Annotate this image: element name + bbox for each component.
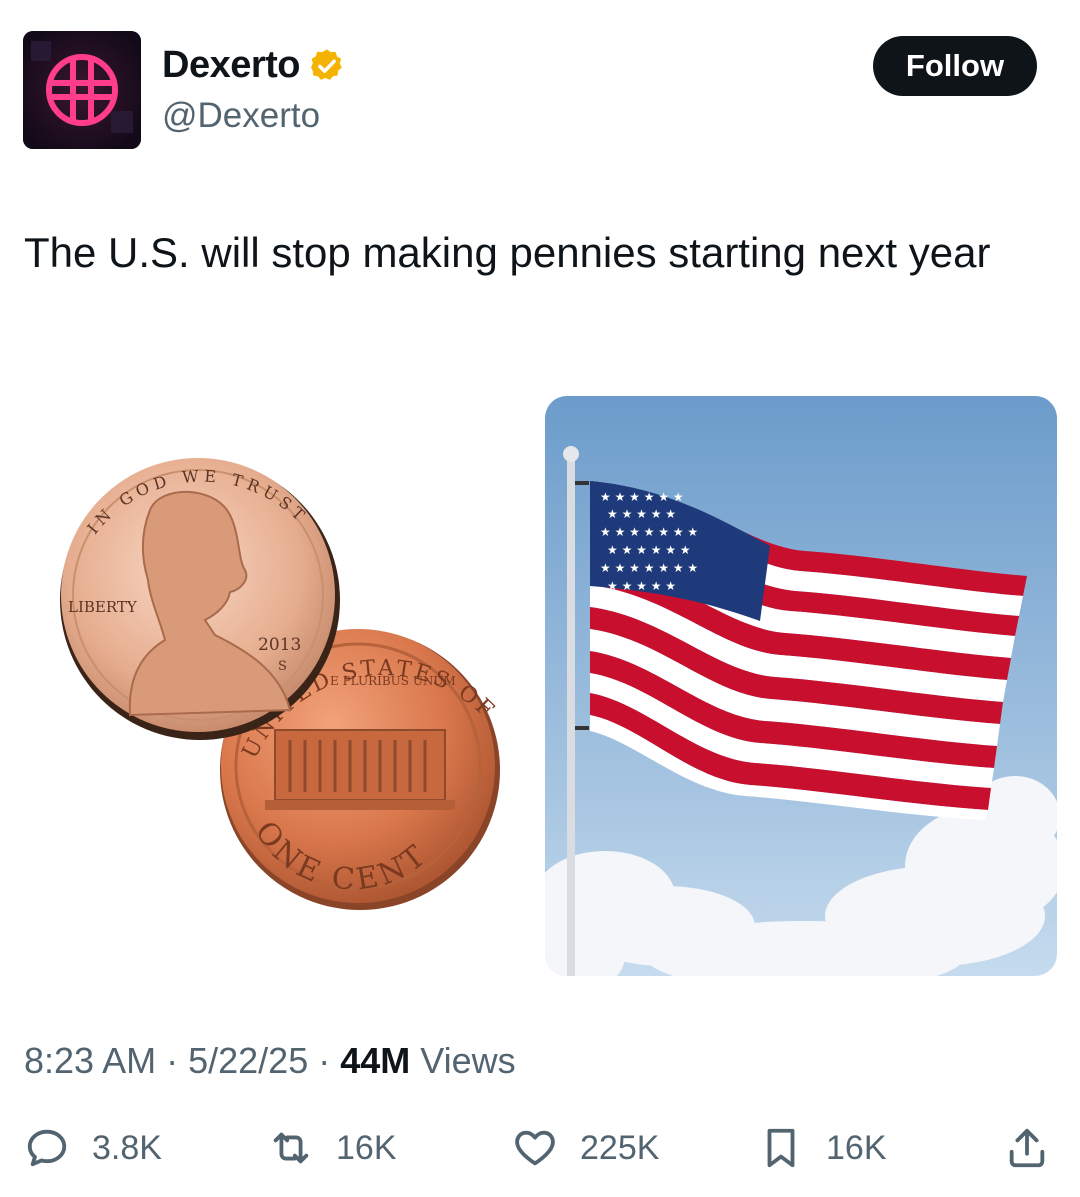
reply-icon bbox=[27, 1129, 67, 1167]
repost-count: 16K bbox=[336, 1128, 397, 1167]
share-icon bbox=[1009, 1128, 1045, 1168]
author-handle[interactable]: @Dexerto bbox=[162, 96, 320, 136]
svg-text:★ ★ ★ ★ ★ ★ ★: ★ ★ ★ ★ ★ ★ ★ bbox=[600, 525, 698, 539]
repost-icon bbox=[273, 1132, 309, 1164]
tweet-text: The U.S. will stop making pennies starti… bbox=[24, 229, 991, 276]
views-label: Views bbox=[420, 1040, 516, 1081]
svg-text:★ ★ ★ ★ ★ ★ ★: ★ ★ ★ ★ ★ ★ ★ bbox=[600, 561, 698, 575]
penny-mint-mark: S bbox=[278, 659, 287, 674]
bookmark-button[interactable]: 16K bbox=[758, 1118, 887, 1178]
author-name-row: Dexerto bbox=[162, 44, 346, 87]
penny-front-liberty: LIBERTY bbox=[68, 598, 138, 616]
tweet-meta: 8:23 AM · 5/22/25 · 44M Views bbox=[24, 1040, 516, 1082]
tweet-date[interactable]: 5/22/25 bbox=[188, 1040, 308, 1081]
svg-text:★ ★ ★ ★ ★: ★ ★ ★ ★ ★ bbox=[607, 579, 676, 593]
reply-button[interactable]: 3.8K bbox=[24, 1118, 162, 1178]
dexerto-logo-icon bbox=[23, 31, 141, 149]
svg-text:★ ★ ★ ★ ★ ★: ★ ★ ★ ★ ★ ★ bbox=[600, 490, 684, 504]
like-button[interactable]: 225K bbox=[512, 1118, 659, 1178]
penny-back-motto: E PLURIBUS UNUM bbox=[330, 674, 456, 688]
share-button[interactable] bbox=[1004, 1118, 1072, 1178]
flag-image[interactable]: ★ ★ ★ ★ ★ ★ ★ ★ ★ ★ ★ ★ ★ ★ ★ ★ ★ ★ ★ ★ … bbox=[545, 396, 1057, 976]
repost-button[interactable]: 16K bbox=[268, 1118, 397, 1178]
author-name[interactable]: Dexerto bbox=[162, 44, 301, 87]
reply-count: 3.8K bbox=[92, 1128, 162, 1167]
action-bar: 3.8K 16K 225K 16K bbox=[0, 1118, 1080, 1178]
svg-text:★ ★ ★ ★ ★ ★: ★ ★ ★ ★ ★ ★ bbox=[607, 543, 691, 557]
bookmark-count: 16K bbox=[826, 1128, 887, 1167]
bookmark-icon bbox=[767, 1128, 795, 1168]
heart-icon bbox=[515, 1130, 555, 1166]
tweet-time[interactable]: 8:23 AM bbox=[24, 1040, 156, 1081]
follow-button[interactable]: Follow bbox=[873, 36, 1037, 96]
penny-image[interactable]: UNITED STATES OF AMERICA E PLURIBUS UNUM… bbox=[40, 440, 520, 940]
avatar[interactable] bbox=[23, 31, 141, 149]
views-count: 44M bbox=[340, 1040, 411, 1081]
like-count: 225K bbox=[580, 1128, 660, 1167]
meta-separator: · bbox=[166, 1040, 189, 1081]
penny-year: 2013 bbox=[258, 635, 301, 655]
verified-badge-icon bbox=[308, 47, 346, 85]
meta-separator: · bbox=[318, 1040, 341, 1081]
svg-text:★ ★ ★ ★ ★: ★ ★ ★ ★ ★ bbox=[607, 507, 676, 521]
